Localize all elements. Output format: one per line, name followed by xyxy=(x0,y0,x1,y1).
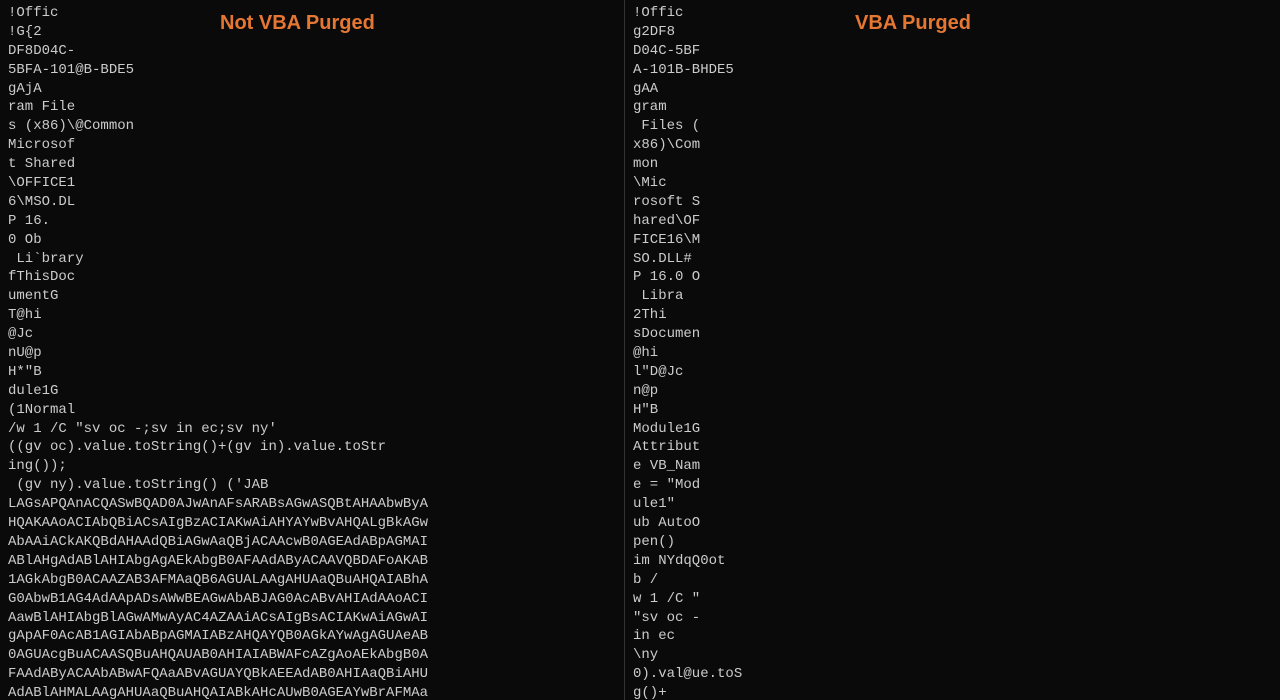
right-heading: VBA Purged xyxy=(855,10,971,37)
right-content: !Offic g2DF8 D04C-5BF A-101B-BHDE5 gAA g… xyxy=(633,4,1272,700)
right-pane: VBA Purged !Offic g2DF8 D04C-5BF A-101B-… xyxy=(625,0,1280,700)
left-heading: Not VBA Purged xyxy=(220,10,375,37)
left-content: !Offic !G{2 DF8D04C- 5BFA-101@B-BDE5 gAj… xyxy=(8,4,616,700)
comparison-container: Not VBA Purged !Offic !G{2 DF8D04C- 5BFA… xyxy=(0,0,1280,700)
left-pane: Not VBA Purged !Offic !G{2 DF8D04C- 5BFA… xyxy=(0,0,625,700)
